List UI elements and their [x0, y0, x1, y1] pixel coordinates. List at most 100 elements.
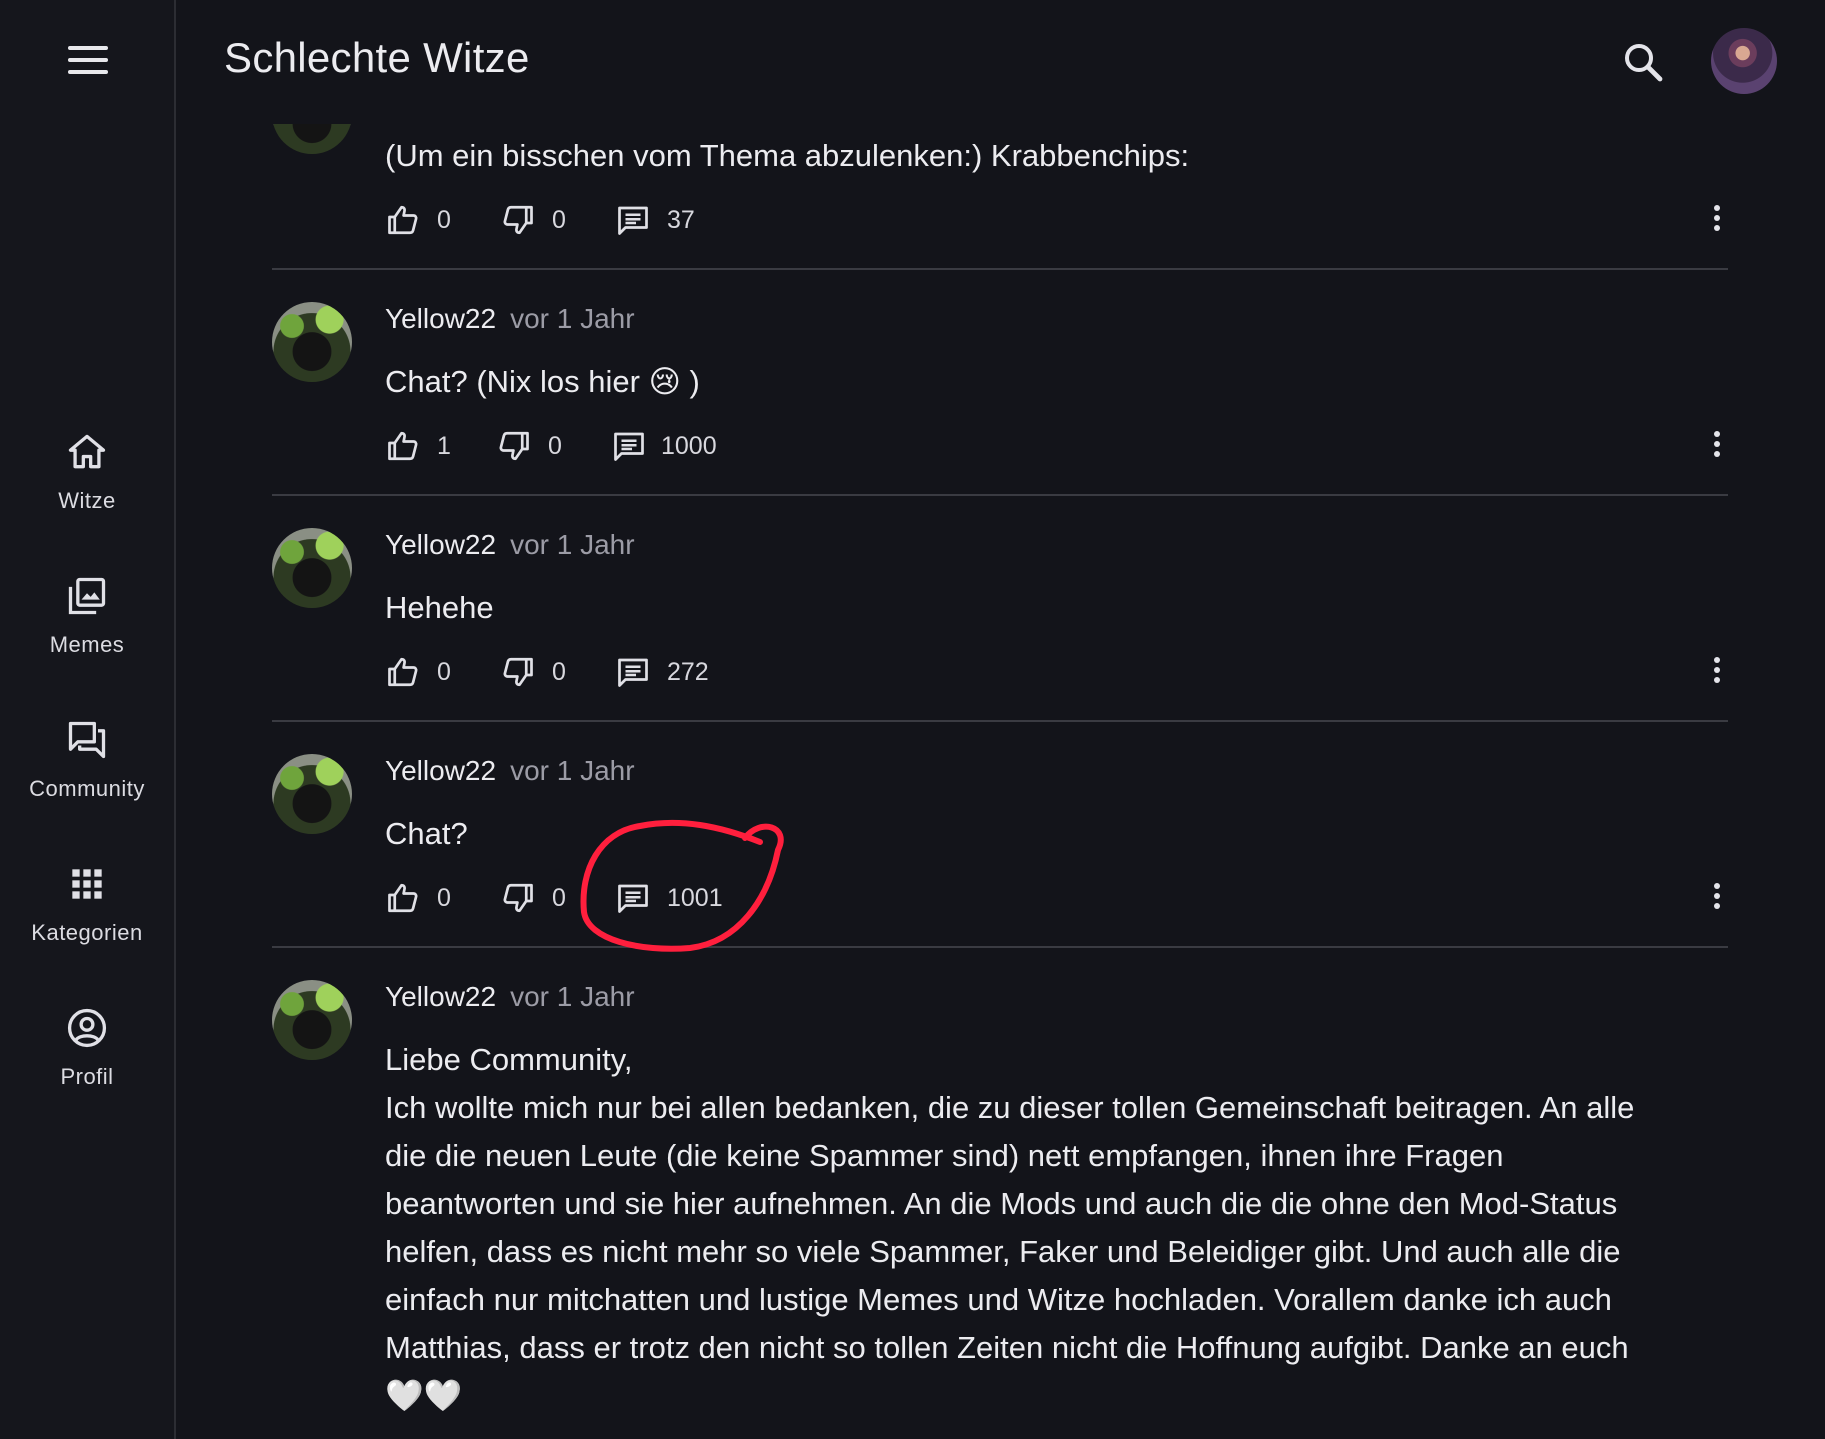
- search-icon: [1625, 44, 1663, 82]
- like-button[interactable]: 1: [385, 426, 455, 466]
- more-options-button[interactable]: [1709, 428, 1725, 464]
- comment-icon: [614, 432, 644, 461]
- thumb-down-icon: [503, 883, 533, 913]
- divider: [272, 494, 1728, 496]
- more-options-button[interactable]: [1709, 202, 1725, 238]
- like-button[interactable]: 0: [385, 200, 455, 240]
- post-meta: Yellow22 vor 1 Jahr: [385, 755, 635, 787]
- thumb-up-icon: [388, 431, 418, 461]
- post-text: (Um ein bisschen vom Thema abzulenken:) …: [385, 138, 1190, 173]
- post-actions: 0 0 37: [385, 200, 1725, 240]
- dislike-button[interactable]: 0: [500, 200, 570, 240]
- author-avatar[interactable]: [272, 302, 352, 382]
- grid-icon: [72, 869, 102, 899]
- author-avatar[interactable]: [272, 980, 352, 1060]
- more-options-button[interactable]: [1709, 654, 1725, 690]
- sidebar-item-witze[interactable]: Witze: [0, 430, 174, 514]
- like-count: 0: [437, 658, 451, 686]
- text-line: helfen, dass es nicht mehr so viele Spam…: [385, 1234, 1621, 1269]
- text-line: einfach nur mitchatten und lustige Memes…: [385, 1282, 1612, 1317]
- comments-button[interactable]: 37: [615, 200, 725, 240]
- sidebar-item-label: Profil: [60, 1064, 114, 1089]
- divider: [272, 946, 1728, 948]
- dislike-count: 0: [548, 432, 562, 460]
- post-actions: 0 0 1001: [385, 878, 1725, 918]
- post-text: Hehehe: [385, 590, 494, 625]
- comment-count: 37: [667, 206, 695, 234]
- account-circle-icon: [67, 1008, 107, 1048]
- post-meta: Yellow22 vor 1 Jahr: [385, 303, 635, 335]
- dislike-button[interactable]: 0: [500, 878, 570, 918]
- sidebar-item-community[interactable]: Community: [0, 718, 174, 802]
- like-button[interactable]: 0: [385, 652, 455, 692]
- home-icon: [68, 434, 106, 469]
- thumb-down-icon: [499, 431, 529, 461]
- post-actions: 0 0 272: [385, 652, 1725, 692]
- thumb-down-icon: [503, 657, 533, 687]
- comments-button[interactable]: 272: [615, 652, 725, 692]
- post-time: vor 1 Jahr: [510, 303, 635, 334]
- post-time: vor 1 Jahr: [510, 755, 635, 786]
- text-line: Matthias, dass er trotz den nicht so tol…: [385, 1330, 1629, 1365]
- like-count: 0: [437, 884, 451, 912]
- text-line: Ich wollte mich nur bei allen bedanken, …: [385, 1090, 1635, 1125]
- thumb-down-icon: [503, 205, 533, 235]
- comment-icon: [618, 884, 648, 913]
- user-avatar[interactable]: [1711, 28, 1777, 94]
- comment-count: 1000: [661, 432, 717, 460]
- divider: [272, 268, 1728, 270]
- post-meta: Yellow22 vor 1 Jahr: [385, 981, 635, 1013]
- dislike-button[interactable]: 0: [500, 652, 570, 692]
- sidebar-item-memes[interactable]: Memes: [0, 574, 174, 658]
- sidebar-item-profil[interactable]: Profil: [0, 1006, 174, 1090]
- comment-count: 272: [667, 658, 709, 686]
- text-line: die die neuen Leute (die keine Spammer s…: [385, 1138, 1504, 1173]
- comments-button[interactable]: 1000: [611, 426, 731, 466]
- comment-count: 1001: [667, 884, 723, 912]
- comment-icon: [618, 206, 648, 235]
- app-root: Witze Memes Community Kategorien Profil …: [0, 0, 1825, 1439]
- sidebar-item-label: Kategorien: [31, 920, 143, 945]
- divider: [272, 720, 1728, 722]
- page-title: Schlechte Witze: [224, 34, 530, 81]
- text-line: Liebe Community,: [385, 1042, 633, 1077]
- hamburger-menu-icon[interactable]: [68, 46, 108, 78]
- author-name[interactable]: Yellow22: [385, 755, 496, 786]
- more-options-button[interactable]: [1709, 880, 1725, 916]
- like-count: 0: [437, 206, 451, 234]
- author-avatar[interactable]: [272, 754, 352, 834]
- dislike-count: 0: [552, 884, 566, 912]
- comment-icon: [618, 658, 648, 687]
- text-line: beantworten und sie hier aufnehmen. An d…: [385, 1186, 1618, 1221]
- comments-button[interactable]: 1001: [615, 878, 735, 918]
- thumb-up-icon: [388, 883, 418, 913]
- post-text: Chat?: [385, 816, 468, 851]
- dislike-count: 0: [552, 658, 566, 686]
- thumb-up-icon: [388, 657, 418, 687]
- author-avatar[interactable]: [272, 528, 352, 608]
- post-time: vor 1 Jahr: [510, 529, 635, 560]
- dislike-count: 0: [552, 206, 566, 234]
- like-button[interactable]: 0: [385, 878, 455, 918]
- sidebar-item-label: Witze: [58, 488, 116, 513]
- post-meta: Yellow22 vor 1 Jahr: [385, 529, 635, 561]
- post-text: Liebe Community, Ich wollte mich nur bei…: [385, 1036, 1715, 1420]
- image-library-icon: [68, 577, 106, 615]
- author-name[interactable]: Yellow22: [385, 529, 496, 560]
- post-actions: 1 0 1000: [385, 426, 1725, 466]
- chat-bubbles-icon: [68, 721, 106, 759]
- author-name[interactable]: Yellow22: [385, 981, 496, 1012]
- text-line-hearts: 🤍🤍: [385, 1378, 463, 1413]
- sidebar-item-label: Memes: [49, 632, 125, 657]
- dislike-button[interactable]: 0: [496, 426, 566, 466]
- like-count: 1: [437, 432, 451, 460]
- search-button[interactable]: [1619, 38, 1667, 86]
- sidebar: Witze Memes Community Kategorien Profil: [0, 0, 176, 1439]
- sidebar-item-label: Community: [29, 776, 145, 801]
- author-name[interactable]: Yellow22: [385, 303, 496, 334]
- thumb-up-icon: [388, 205, 418, 235]
- post-text: Chat? (Nix los hier 😢 ): [385, 364, 700, 399]
- top-app-bar: Schlechte Witze: [176, 0, 1825, 124]
- sidebar-item-kategorien[interactable]: Kategorien: [0, 862, 174, 946]
- post-time: vor 1 Jahr: [510, 981, 635, 1012]
